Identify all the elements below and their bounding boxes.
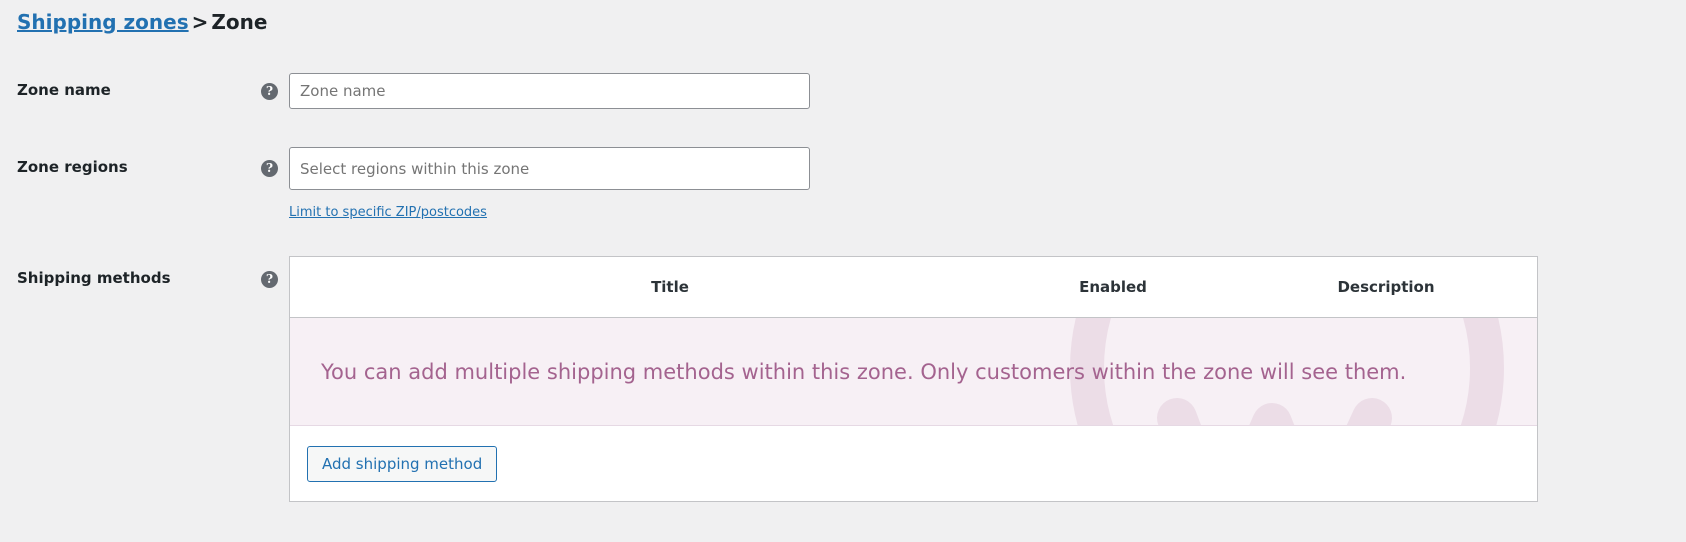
add-shipping-method-button[interactable]: Add shipping method	[307, 445, 498, 482]
shipping-methods-table-header: Title Enabled Description	[290, 257, 1537, 318]
breadcrumb-separator: >	[191, 10, 209, 34]
breadcrumb-current-zone: Zone	[211, 10, 268, 34]
limit-to-postcodes-link[interactable]: Limit to specific ZIP/postcodes	[289, 205, 487, 220]
zone-name-label: Zone name	[17, 81, 111, 99]
zone-regions-label: Zone regions	[17, 158, 128, 176]
column-header-enabled: Enabled	[1079, 278, 1147, 296]
shipping-methods-label: Shipping methods	[17, 269, 171, 287]
shipping-methods-footer: Add shipping method	[290, 426, 1537, 501]
breadcrumb-shipping-zones-link[interactable]: Shipping zones	[17, 10, 189, 34]
shipping-zone-settings-page: Shipping zones>Zone Zone name ? Zone reg…	[0, 0, 1686, 542]
zone-name-help-icon[interactable]: ?	[261, 83, 278, 100]
shipping-methods-empty-row: You can add multiple shipping methods wi…	[290, 318, 1537, 426]
zone-regions-help-icon[interactable]: ?	[261, 160, 278, 177]
zone-name-input[interactable]	[289, 73, 810, 109]
zone-regions-placeholder: Select regions within this zone	[300, 159, 530, 178]
shipping-methods-empty-message: You can add multiple shipping methods wi…	[321, 359, 1407, 384]
column-header-title: Title	[651, 278, 689, 296]
shipping-methods-panel: Title Enabled Description You can add mu…	[289, 256, 1538, 502]
breadcrumb: Shipping zones > Zone	[17, 8, 267, 36]
shipping-methods-help-icon[interactable]: ?	[261, 271, 278, 288]
column-header-description: Description	[1337, 278, 1435, 296]
zone-regions-select[interactable]: Select regions within this zone	[289, 147, 810, 190]
